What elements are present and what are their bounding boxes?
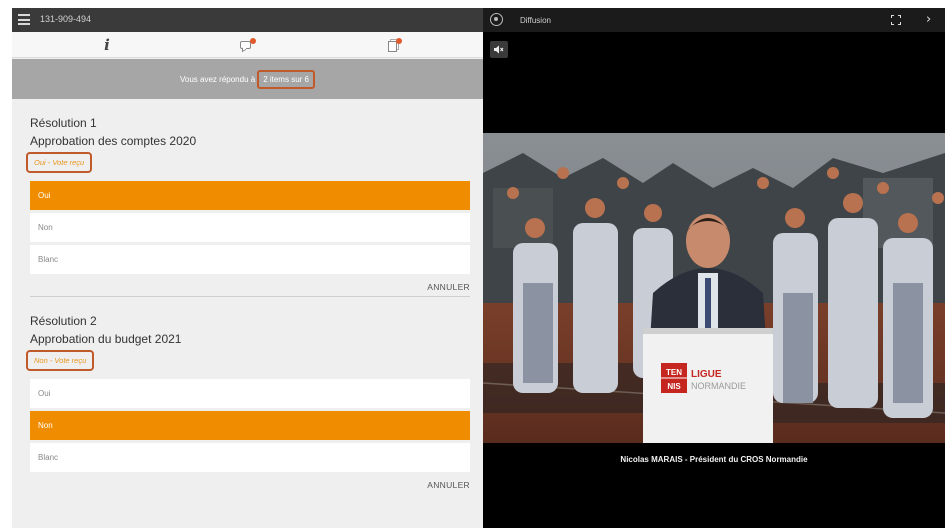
documents-icon	[388, 37, 402, 52]
option-non[interactable]: Non	[30, 213, 470, 242]
option-blanc[interactable]: Blanc	[30, 245, 470, 274]
podium-logo-bottom: NIS	[667, 382, 681, 391]
chat-icon	[240, 38, 256, 51]
vote-status: Non - Vote reçu	[26, 350, 95, 371]
broadcast-icon	[490, 13, 503, 26]
tab-info[interactable]: i	[77, 32, 137, 58]
resolution-number: Résolution 2	[30, 314, 97, 328]
podium-logo-top: TEN	[666, 368, 682, 377]
divider	[30, 296, 470, 297]
tab-documents[interactable]	[364, 32, 424, 58]
option-non[interactable]: Non	[30, 411, 470, 440]
video-caption: Nicolas MARAIS - Président du CROS Norma…	[620, 455, 808, 464]
vote-status: Oui - Vote reçu	[26, 152, 93, 173]
tab-chat[interactable]	[217, 32, 277, 58]
progress-text: Vous avez répondu à	[180, 74, 256, 84]
video-player[interactable]: TEN NIS LIGUE NORMANDIE	[483, 133, 945, 443]
broadcast-top-bar: Diffusion ›	[483, 8, 945, 32]
resolution-title: Approbation du budget 2021	[30, 332, 182, 346]
chevron-right-icon[interactable]: ›	[926, 12, 931, 27]
progress-count: 2 items sur 6	[257, 69, 315, 89]
top-bar: 131-909-494	[12, 8, 483, 32]
fullscreen-icon[interactable]	[891, 15, 901, 25]
speaker-mute-icon	[494, 45, 504, 54]
broadcast-title: Diffusion	[520, 16, 551, 25]
tab-bar: i	[12, 32, 483, 58]
app-window: 131-909-494 i Vous avez répondu à 2 item…	[12, 8, 945, 528]
option-blanc[interactable]: Blanc	[30, 443, 470, 472]
resolution-number: Résolution 1	[30, 116, 97, 130]
broadcast-panel: Diffusion › TEN NIS LIGUE NORMANDIE Nico…	[483, 8, 945, 528]
video-frame: TEN NIS LIGUE NORMANDIE	[483, 133, 945, 443]
option-oui[interactable]: Oui	[30, 181, 470, 210]
cancel-button[interactable]: ANNULER	[30, 480, 470, 490]
notification-dot	[250, 38, 256, 44]
resolution-2: Résolution 2 Approbation du budget 2021 …	[26, 314, 470, 490]
info-icon: i	[104, 36, 110, 54]
resolution-title: Approbation des comptes 2020	[30, 134, 197, 148]
resolution-1: Résolution 1 Approbation des comptes 202…	[26, 116, 470, 292]
option-oui[interactable]: Oui	[30, 379, 470, 408]
voting-panel: 131-909-494 i Vous avez répondu à 2 item…	[12, 8, 483, 528]
mute-button[interactable]	[490, 41, 508, 58]
progress-banner: Vous avez répondu à 2 items sur 6	[12, 59, 483, 99]
podium-text-ligue: LIGUE	[691, 369, 722, 380]
session-id: 131-909-494	[40, 14, 92, 24]
cancel-button[interactable]: ANNULER	[30, 282, 470, 292]
notification-dot	[396, 37, 402, 44]
podium-text-normandie: NORMANDIE	[691, 381, 746, 391]
menu-icon[interactable]	[18, 14, 30, 25]
